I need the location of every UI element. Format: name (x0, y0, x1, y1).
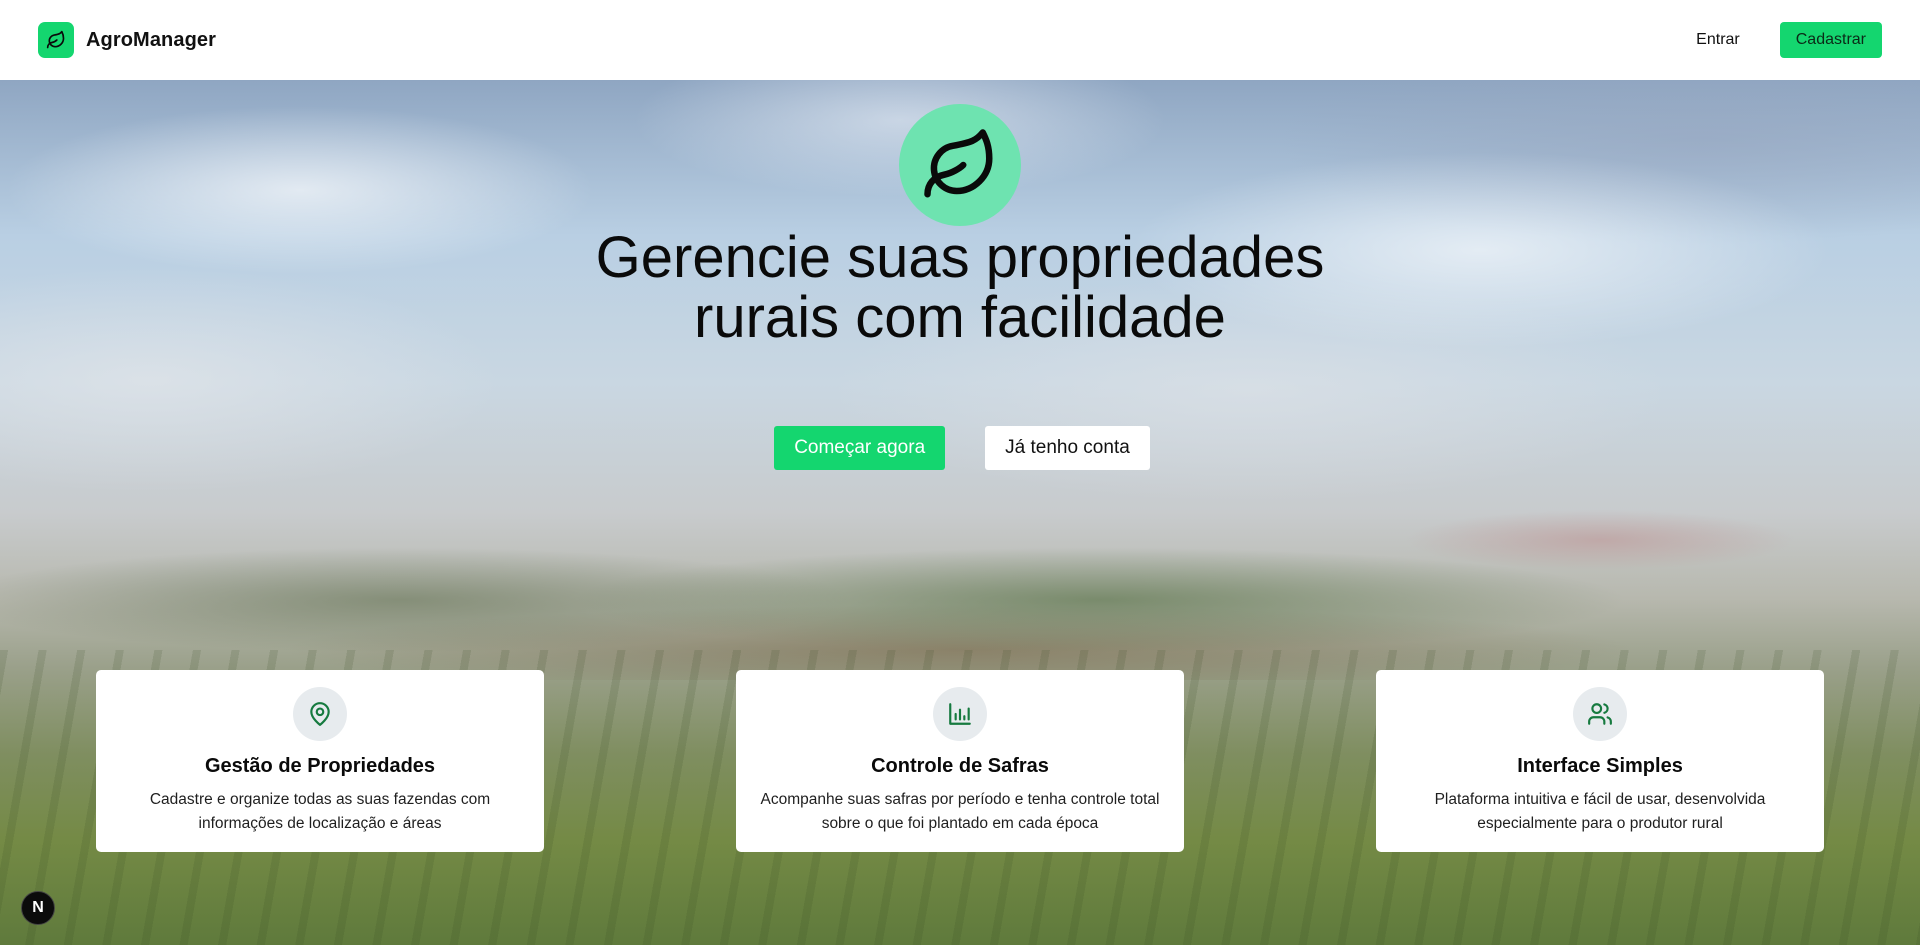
feature-desc-line: Cadastre e organize todas as suas fazend… (149, 791, 491, 808)
feature-description: Acompanhe suas safras por período e tenh… (760, 788, 1160, 836)
feature-card-properties: Gestão de Propriedades Cadastre e organi… (96, 670, 544, 852)
brand-name: AgroManager (86, 28, 217, 51)
leaf-icon (38, 22, 74, 58)
dev-tools-badge[interactable]: N (21, 891, 55, 925)
top-header: AgroManager Entrar Cadastrar (0, 0, 1920, 80)
have-account-button[interactable]: Já tenho conta (985, 426, 1150, 470)
feature-desc-line: especialmente para o produtor rural (1477, 815, 1723, 832)
get-started-button[interactable]: Começar agora (774, 426, 946, 470)
feature-desc-line: informações de localização e áreas (198, 815, 442, 832)
feature-description: Plataforma intuitiva e fácil de usar, de… (1400, 788, 1800, 836)
signup-button[interactable]: Cadastrar (1779, 22, 1882, 58)
feature-card-interface: Interface Simples Plataforma intuitiva e… (1376, 670, 1824, 852)
feature-title: Gestão de Propriedades (204, 755, 436, 777)
feature-description: Cadastre e organize todas as suas fazend… (120, 788, 520, 836)
feature-title: Interface Simples (1517, 755, 1683, 777)
feature-desc-line: Plataforma intuitiva e fácil de usar, de… (1434, 791, 1766, 808)
header-nav: Entrar Cadastrar (1678, 22, 1882, 58)
brand[interactable]: AgroManager (38, 22, 216, 58)
feature-desc-line: sobre o que foi plantado em cada época (821, 815, 1099, 832)
leaf-icon (899, 104, 1021, 226)
hero-title: Gerencie suas propriedades rurais com fa… (460, 228, 1460, 348)
users-icon (1573, 687, 1627, 741)
hero-title-line2: rurais com facilidade (694, 285, 1226, 350)
bar-chart-icon (933, 687, 987, 741)
map-pin-icon (293, 687, 347, 741)
login-button[interactable]: Entrar (1678, 22, 1758, 58)
feature-title: Controle de Safras (871, 755, 1049, 777)
feature-card-harvests: Controle de Safras Acompanhe suas safras… (736, 670, 1184, 852)
cta-row: Começar agora Já tenho conta (0, 426, 1920, 470)
feature-desc-line: Acompanhe suas safras por período e tenh… (760, 791, 1160, 808)
hero-title-line1: Gerencie suas propriedades (595, 225, 1325, 290)
